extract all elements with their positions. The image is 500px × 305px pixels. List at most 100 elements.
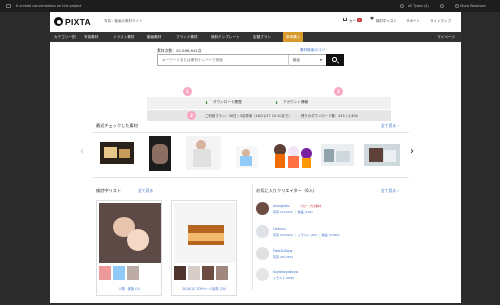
thumb-image — [240, 156, 252, 166]
nav-item-plan[interactable]: 定額プラン — [253, 35, 271, 40]
thumb-image — [275, 154, 285, 168]
plan-text: ご利用プラン：30日 / 3名専用（16/11/17 15:10まで） — [205, 114, 292, 118]
nav-item-category[interactable]: カテゴリー別 — [54, 35, 76, 40]
recent-thumb-3[interactable] — [186, 136, 221, 170]
main-nav: カテゴリー別 写真素材 イラスト素材 動画素材 ブランド素材 無料テンプレート … — [50, 32, 461, 42]
thumb-image — [336, 151, 350, 162]
list-cover-image — [99, 203, 161, 263]
recent-title: 最近チェックした素材 — [96, 123, 138, 128]
list-cover-image — [174, 203, 236, 263]
comments-bar: 6 unread conversations on this project A… — [0, 0, 500, 12]
search-icon — [332, 57, 337, 62]
list-mini-thumb — [127, 266, 139, 280]
site-header: PIXTA 写真・動画の素材サイト カート 0 ♥ 検討中リスト サポート サイ… — [50, 12, 461, 32]
comment-pin-3[interactable]: 3 — [334, 87, 343, 96]
download-history-button[interactable]: ダウンロード履歴 — [213, 100, 242, 105]
creator-item[interactable]: Fast&Slow 写真 (50,256) — [256, 247, 406, 263]
remaining-downloads: 残りのダウンロード数：415 / 2,400 — [301, 114, 358, 118]
account-actions: ⬇ ダウンロード履歴 ⬇ アカウント情報 — [147, 97, 391, 109]
nav-item-photo[interactable]: 写真素材 — [84, 35, 98, 40]
search-button[interactable] — [326, 54, 344, 67]
types-filter[interactable]: All Types (4) — [408, 4, 429, 8]
recent-thumb-2[interactable] — [149, 136, 171, 171]
avatar — [256, 268, 269, 281]
list-mini-thumb — [188, 266, 200, 280]
nav-mypage[interactable]: マイページ — [437, 35, 455, 40]
eye-icon — [455, 4, 459, 8]
tagline: 写真・動画の素材サイト — [104, 19, 143, 23]
sitemap-link[interactable]: サイトマップ — [430, 19, 451, 24]
plan-info: ご利用プラン：30日 / 3名専用（16/11/17 15:10まで） 残りのダ… — [147, 110, 391, 121]
creator-name[interactable]: Ushico — [273, 226, 286, 231]
nav-item-illust[interactable]: イラスト素材 — [113, 35, 135, 40]
creator-item[interactable]: Ushico 写真 (54,620) ｜ イラスト (55) ｜ 動画 (3,5… — [256, 225, 406, 241]
list-card-2[interactable]: 2016/12 TOPページ素材 (20) — [171, 200, 237, 296]
pixta-page: PIXTA 写真・動画の素材サイト カート 0 ♥ 検討中リスト サポート サイ… — [50, 12, 461, 303]
creator-item[interactable]: xiangtao プロ・プロ素材 写真 (13,634) ｜ 動画 (194) — [256, 202, 406, 218]
thumb-image — [302, 158, 311, 168]
creators-see-all[interactable]: 全て見る › — [381, 188, 399, 194]
recent-thumb-7[interactable] — [364, 144, 400, 166]
toggle-icon — [440, 4, 444, 8]
list-card-1[interactable]: 人物 · 家族 (3) — [96, 200, 162, 296]
support-link[interactable]: サポート — [406, 19, 420, 24]
avatar — [256, 247, 269, 260]
search-scope-value: 総合 — [293, 58, 300, 62]
nav-item-video[interactable]: 動画素材 — [147, 35, 161, 40]
thumb-image — [127, 229, 149, 251]
avatar — [256, 202, 269, 215]
creator-name[interactable]: Fast&Slow — [273, 248, 292, 253]
chevron-down-icon: ▼ — [319, 58, 322, 62]
unread-conversations[interactable]: 6 unread conversations on this project — [16, 4, 81, 8]
thumb-image — [152, 144, 168, 164]
search-tips-link[interactable]: 素材検索のコツ — [300, 48, 325, 53]
carousel-prev-arrow[interactable]: ‹ — [80, 147, 84, 157]
comment-pin-1[interactable]: 1 — [183, 87, 192, 96]
logo[interactable]: PIXTA — [65, 17, 91, 27]
creator-name[interactable]: toyotoyotoyo — [273, 269, 298, 274]
creators-title: お気に入りクリエイター（6人） — [256, 188, 318, 193]
carousel-next-arrow[interactable]: › — [410, 147, 414, 157]
recent-see-all[interactable]: 全て見る › — [381, 123, 399, 129]
list-caption[interactable]: 2016/12 TOPページ素材 (20) — [172, 286, 236, 291]
list-mini-thumb — [202, 266, 214, 280]
thumb-image — [193, 149, 211, 167]
pro-badge: プロ・プロ素材 — [300, 203, 322, 208]
list-mini-thumb — [216, 266, 228, 280]
cart-icon[interactable] — [343, 18, 347, 21]
thumb-image — [119, 149, 130, 158]
lists-see-all[interactable]: 全て見る — [138, 188, 153, 194]
show-resolved-toggle[interactable]: Show Resolved — [460, 4, 486, 8]
app-frame: 6 unread conversations on this project A… — [0, 0, 500, 305]
thumb-image — [104, 147, 117, 158]
filter-icon — [400, 4, 404, 8]
nav-item-single[interactable]: 単体購入 — [283, 32, 304, 42]
list-mini-thumb — [99, 266, 111, 280]
creator-stats: イラスト (658) — [273, 276, 294, 280]
account-icon: ⬇ — [275, 99, 279, 105]
recent-thumb-6[interactable] — [321, 144, 354, 166]
download-icon: ⬇ — [205, 99, 209, 105]
search-scope-select[interactable]: 総合 ▼ — [288, 55, 326, 66]
search-bar: 総合 ▼ — [157, 54, 344, 67]
pixta-logo-icon[interactable] — [54, 17, 63, 26]
comment-icon — [6, 4, 11, 8]
recent-thumb-5[interactable] — [272, 142, 314, 170]
creator-stats: 写真 (50,256) — [273, 255, 293, 259]
favorites-link[interactable]: 検討中リスト — [376, 19, 397, 24]
list-mini-thumb — [113, 266, 125, 280]
recent-thumb-1[interactable] — [100, 142, 134, 164]
thumb-image — [324, 149, 334, 162]
recent-thumb-4[interactable] — [236, 146, 258, 168]
avatar — [256, 225, 269, 238]
creator-name[interactable]: xiangtao — [273, 203, 290, 208]
comment-pin-2[interactable]: 2 — [187, 111, 196, 120]
search-input[interactable] — [158, 55, 286, 65]
list-caption[interactable]: 人物 · 家族 (3) — [97, 286, 161, 291]
account-info-button[interactable]: アカウント情報 — [283, 100, 308, 105]
nav-item-template[interactable]: 無料テンプレート — [211, 35, 240, 40]
nav-item-brand[interactable]: ブランド素材 — [176, 35, 198, 40]
list-mini-thumb — [174, 266, 186, 280]
creator-item[interactable]: toyotoyotoyo イラスト (658) — [256, 268, 406, 284]
creator-stats: 写真 (13,634) ｜ 動画 (194) — [273, 210, 313, 214]
